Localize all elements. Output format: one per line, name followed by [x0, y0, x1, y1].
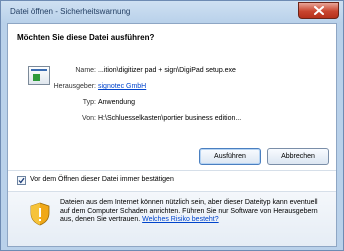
cancel-button[interactable]: Abbrechen: [267, 148, 329, 165]
dialog-heading: Möchten Sie diese Datei ausführen?: [17, 33, 155, 42]
security-warning-dialog: Datei öffnen - Sicherheitswarnung Möchte…: [0, 0, 344, 251]
from-label: Von:: [81, 115, 96, 122]
always-confirm-checkbox[interactable]: [17, 176, 26, 185]
divider: [8, 170, 336, 171]
run-button[interactable]: Ausführen: [199, 148, 261, 165]
name-label: Name:: [75, 67, 96, 74]
checkmark-icon: [18, 177, 25, 184]
publisher-label: Herausgeber:: [53, 83, 96, 90]
risk-link[interactable]: Welches Risiko besteht?: [142, 216, 219, 223]
window-title: Datei öffnen - Sicherheitswarnung: [10, 7, 131, 16]
type-label: Typ:: [82, 99, 96, 106]
name-value: ...ition\digitizer pad + sign\DigiPad se…: [98, 67, 236, 74]
close-icon: [313, 6, 324, 15]
publisher-link[interactable]: signotec GmbH: [98, 83, 146, 90]
always-confirm-label[interactable]: Vor dem Öffnen dieser Datei immer bestät…: [30, 176, 174, 183]
close-button[interactable]: [298, 2, 339, 19]
warning-text: Dateien aus dem Internet können nützlich…: [60, 199, 328, 225]
security-shield-icon: [30, 202, 50, 226]
type-value: Anwendung: [98, 99, 135, 106]
from-value: H:\Schluesselkasten\portier business edi…: [98, 115, 242, 122]
warning-panel: Dateien aus dem Internet können nützlich…: [8, 192, 336, 246]
dialog-body: Möchten Sie diese Datei ausführen? Name:…: [7, 23, 337, 247]
title-bar[interactable]: Datei öffnen - Sicherheitswarnung: [1, 1, 343, 23]
